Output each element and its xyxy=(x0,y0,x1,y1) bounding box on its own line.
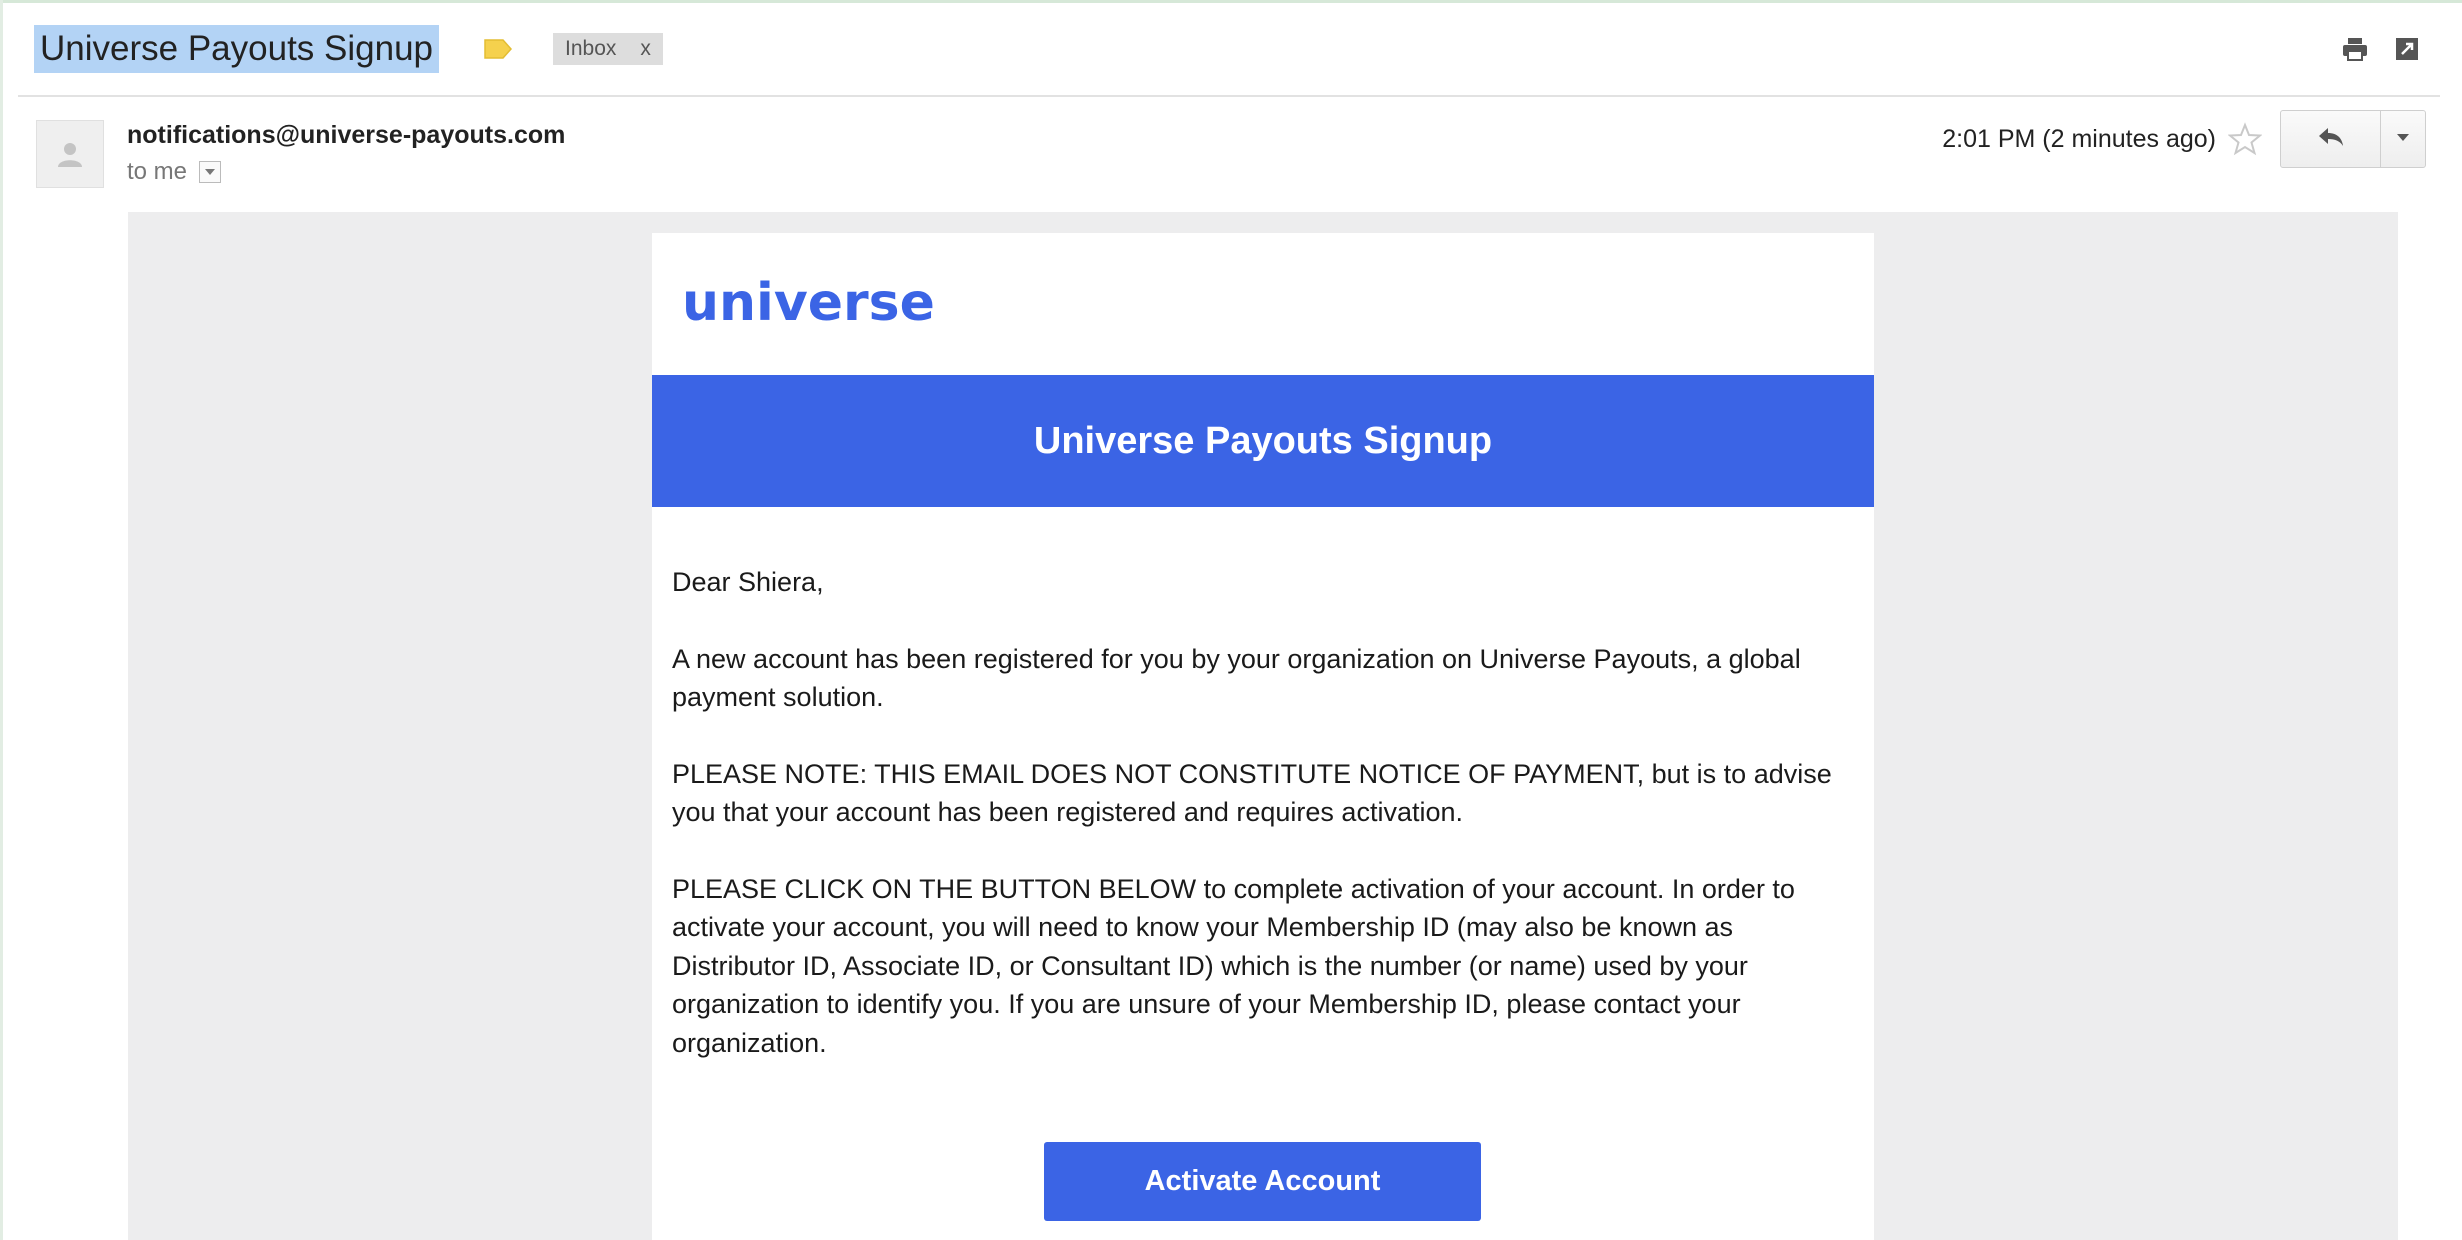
recipient-details-toggle[interactable] xyxy=(199,161,222,183)
banner-title: Universe Payouts Signup xyxy=(1033,419,1493,462)
new-window-icon[interactable] xyxy=(2392,34,2422,64)
email-banner: Universe Payouts Signup xyxy=(652,375,1874,507)
sender-address[interactable]: notifications@universe-payouts.com xyxy=(127,118,565,152)
message-timestamp: 2:01 PM (2 minutes ago) xyxy=(1942,124,2216,153)
label-tag-icon[interactable] xyxy=(483,38,513,60)
inbox-label-chip: Inbox x xyxy=(553,33,663,65)
reply-icon xyxy=(2316,125,2346,154)
remove-label-button[interactable]: x xyxy=(640,37,651,61)
recipient-row: to me xyxy=(127,158,565,186)
inbox-label-text: Inbox xyxy=(565,37,617,60)
reply-button[interactable] xyxy=(2281,111,2381,167)
header-divider xyxy=(18,95,2440,97)
window-top-edge xyxy=(0,0,2462,3)
greeting: Dear Shiera, xyxy=(672,567,824,597)
message-actions xyxy=(2340,34,2422,64)
activate-account-button[interactable]: Activate Account xyxy=(1044,1142,1481,1221)
print-icon[interactable] xyxy=(2340,34,2370,64)
subject-bar: Universe Payouts Signup Inbox x xyxy=(34,24,663,74)
chevron-down-icon xyxy=(2396,130,2410,148)
email-subject: Universe Payouts Signup xyxy=(34,25,439,73)
avatar-icon xyxy=(36,120,104,188)
message-meta: 2:01 PM (2 minutes ago) xyxy=(1942,110,2426,168)
paragraph-notice: PLEASE NOTE: THIS EMAIL DOES NOT CONSTIT… xyxy=(672,758,1832,828)
window-left-edge xyxy=(0,0,3,1240)
more-options-button[interactable] xyxy=(2381,111,2425,167)
email-content: Dear Shiera, A new account has been regi… xyxy=(672,563,1852,1100)
universe-logo: universe xyxy=(682,273,935,333)
star-icon[interactable] xyxy=(2226,120,2264,158)
email-card: universe Universe Payouts Signup Dear Sh… xyxy=(652,233,1874,1240)
paragraph-instructions: PLEASE CLICK ON THE BUTTON BELOW to comp… xyxy=(672,873,1795,1058)
reply-button-group xyxy=(2280,110,2426,168)
recipient-label: to me xyxy=(127,158,188,185)
sender-block: notifications@universe-payouts.com to me xyxy=(127,118,565,186)
paragraph-registration: A new account has been registered for yo… xyxy=(672,643,1801,713)
